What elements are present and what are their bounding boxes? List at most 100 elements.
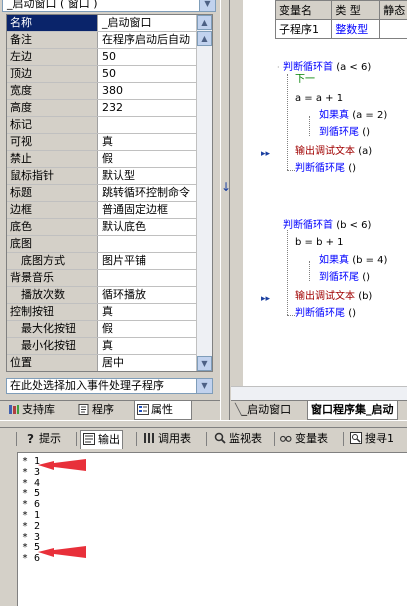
editor-horizontal-scrollbar[interactable] — [231, 386, 407, 400]
property-row[interactable]: 标题 跳转循环控制命令 — [7, 185, 201, 202]
property-value[interactable]: 假 — [99, 151, 201, 167]
code-line-assign[interactable]: b = b + 1 — [295, 237, 344, 249]
code-line-if[interactable]: 如果真 (b = 4) — [319, 255, 387, 267]
property-name: 位置 — [7, 355, 98, 371]
property-value[interactable]: 跳转循环控制命令 — [99, 185, 201, 201]
event-selector[interactable]: 在此处选择加入事件处理子程序 ▼ — [6, 378, 213, 394]
scroll-up-icon[interactable]: ▲ — [197, 15, 212, 30]
tab-call-table[interactable]: 调用表 — [141, 430, 193, 448]
chevron-down-icon[interactable]: ▼ — [199, 0, 215, 11]
editor-gutter — [231, 0, 243, 400]
if-keyword: 如果真 — [319, 110, 349, 121]
property-value[interactable] — [99, 270, 201, 286]
chevron-down-icon[interactable]: ▼ — [196, 379, 212, 393]
var-name-cell[interactable]: 子程序1 — [274, 19, 333, 39]
code-line-debug[interactable]: 输出调试文本 (a) — [295, 146, 372, 158]
property-value[interactable] — [99, 117, 201, 133]
property-row[interactable]: 控制按钮真 — [7, 304, 201, 321]
property-row[interactable]: 名称 _启动窗口 — [7, 15, 201, 32]
property-row[interactable]: 背景音乐 — [7, 270, 201, 287]
arrow-down-icon[interactable]: ↓ — [221, 180, 231, 194]
debug-keyword: 输出调试文本 — [295, 146, 355, 157]
property-value[interactable]: 232 — [99, 100, 201, 116]
tab-window-program-set[interactable]: 窗口程序集_启动 — [307, 401, 398, 420]
property-value[interactable]: 普通固定边框 — [99, 202, 201, 218]
property-value[interactable]: 居中 — [99, 355, 201, 371]
loop-tail-keyword: 判断循环尾 — [295, 308, 345, 319]
property-value[interactable]: 50 — [99, 49, 201, 65]
code-line-loop-tail[interactable]: 判断循环尾 () — [295, 163, 356, 175]
tab-output[interactable]: 输出 — [80, 430, 123, 449]
property-row[interactable]: 位置 居中 — [7, 355, 201, 371]
tab-label: 调用表 — [158, 432, 191, 445]
property-row[interactable]: 边框 普通固定边框 — [7, 202, 201, 219]
tab-startup-window[interactable]: ╲_启动窗口 — [235, 401, 291, 419]
tab-variable-table[interactable]: 变量表 — [278, 430, 330, 448]
property-row[interactable]: 标记 — [7, 117, 201, 134]
property-row[interactable]: 底图方式 图片平铺 — [7, 253, 201, 270]
property-value[interactable]: 默认型 — [99, 168, 201, 184]
property-value[interactable]: 图片平铺 — [99, 253, 201, 269]
breakpoint-arrow-icon[interactable]: ▸▸ — [261, 294, 270, 304]
property-row[interactable]: 高度 232 — [7, 100, 201, 117]
annotation-arrow-icon — [38, 459, 86, 471]
scroll-up-icon[interactable]: ▲ — [197, 31, 212, 46]
scroll-down-icon[interactable]: ▼ — [197, 356, 212, 371]
code-line-assign[interactable]: a = a + 1 — [295, 93, 343, 105]
property-value[interactable]: 真 — [99, 338, 201, 354]
window-selector[interactable]: _启动窗口 ( 窗口 ) ▼ — [2, 0, 216, 12]
property-grid-scrollbar[interactable]: ▲ ▲ ▼ — [196, 15, 212, 371]
property-value[interactable]: 假 — [99, 321, 201, 337]
bottom-panel-splitter[interactable] — [0, 420, 407, 428]
property-value[interactable]: 循环播放 — [99, 287, 201, 303]
property-value[interactable]: 50 — [99, 66, 201, 82]
loop-tail-keyword: 判断循环尾 — [295, 163, 345, 174]
property-row[interactable]: 鼠标指针 默认型 — [7, 168, 201, 185]
property-row[interactable]: 顶边 50 — [7, 66, 201, 83]
tab-label: 搜寻1 — [365, 432, 394, 445]
fold-marker-icon[interactable]: · — [277, 62, 280, 74]
code-line-jump[interactable]: 到循环尾 () — [319, 127, 370, 139]
property-value[interactable]: 真 — [99, 134, 201, 150]
jump-args: () — [362, 272, 370, 283]
code-line-next[interactable]: 下一 — [295, 74, 315, 86]
property-row[interactable]: 最小化按钮真 — [7, 338, 201, 355]
property-row[interactable]: 禁止假 — [7, 151, 201, 168]
property-row[interactable]: 播放次数 循环播放 — [7, 287, 201, 304]
code-line-if[interactable]: 如果真 (a = 2) — [319, 110, 387, 122]
var-type-cell[interactable]: 整数型 — [331, 19, 381, 39]
property-row[interactable]: 可视真 — [7, 134, 201, 151]
tab-search[interactable]: 搜寻1 — [348, 430, 396, 448]
breakpoint-arrow-icon[interactable]: ▸▸ — [261, 149, 270, 159]
property-value[interactable]: _启动窗口 — [99, 15, 201, 31]
property-row[interactable]: 备注 在程序启动后自动 — [7, 32, 201, 49]
tab-properties[interactable]: 属性 — [134, 401, 192, 420]
code-line-loop-head[interactable]: 判断循环首 (b < 6) — [283, 220, 371, 232]
tab-hint[interactable]: ? 提示 — [22, 430, 63, 448]
property-row[interactable]: 底色 默认底色 — [7, 219, 201, 236]
tab-support-library[interactable]: 支持库 — [6, 401, 74, 419]
code-line-jump[interactable]: 到循环尾 () — [319, 272, 370, 284]
code-line-loop-tail[interactable]: 判断循环尾 () — [295, 308, 356, 320]
panel-splitter[interactable]: ↓ — [220, 0, 231, 420]
property-name: 控制按钮 — [7, 304, 98, 320]
property-panel: _启动窗口 ( 窗口 ) ▼ 名称 _启动窗口 备注 在程序启动后自动 左边 50 顶边 50… — [0, 0, 222, 420]
property-value[interactable]: 380 — [99, 83, 201, 99]
property-value[interactable]: 真 — [99, 304, 201, 320]
code-line-debug[interactable]: 输出调试文本 (b) — [295, 291, 372, 303]
property-value[interactable]: 默认底色 — [99, 219, 201, 235]
property-row[interactable]: 底图 — [7, 236, 201, 253]
property-value[interactable] — [99, 236, 201, 252]
var-header-static: 静态 — [379, 0, 407, 20]
code-editor[interactable]: 变量名 类 型 静态 子程序1 整数型 · 判断循环首 (a < 6) 下一 a… — [231, 0, 407, 400]
var-header-type: 类 型 — [331, 0, 381, 20]
property-value[interactable]: 在程序启动后自动 — [99, 32, 201, 48]
property-row[interactable]: 宽度 380 — [7, 83, 201, 100]
tab-program[interactable]: 程序 — [76, 401, 132, 419]
var-static-cell[interactable] — [379, 19, 407, 39]
variable-table-row[interactable]: 子程序1 整数型 — [274, 19, 407, 39]
code-line-loop-head[interactable]: · 判断循环首 (a < 6) — [277, 62, 371, 74]
property-row[interactable]: 左边 50 — [7, 49, 201, 66]
tab-watch-table[interactable]: 监视表 — [212, 430, 264, 448]
property-row[interactable]: 最大化按钮假 — [7, 321, 201, 338]
